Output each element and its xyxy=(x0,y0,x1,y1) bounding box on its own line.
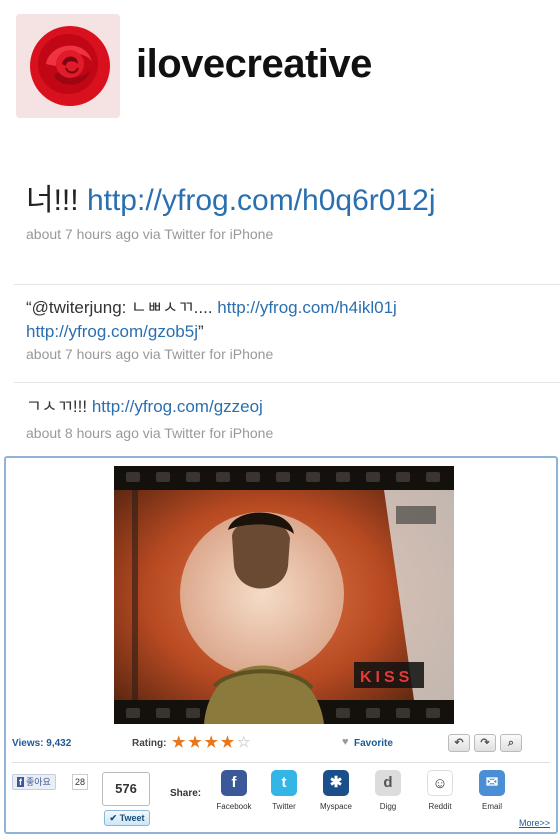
views-count: Views: 9,432 xyxy=(12,738,72,749)
share-facebook-label: Facebook xyxy=(216,802,252,811)
tweet-link[interactable]: http://yfrog.com/h0q6r012j xyxy=(87,184,436,217)
tweet-text: 너!!! http://yfrog.com/h0q6r012j xyxy=(26,182,542,220)
star-icon[interactable]: ★ xyxy=(172,734,185,751)
rating-label: Rating: xyxy=(132,738,167,749)
video-player[interactable]: KISS xyxy=(114,466,454,724)
star-icon[interactable]: ★ xyxy=(221,734,234,751)
rose-avatar-image xyxy=(16,14,120,118)
tweet-text-prefix: “@twiterjung: ㄴㅃㅅㄲ.... xyxy=(26,298,218,317)
facebook-icon: f xyxy=(221,770,247,796)
star-icon[interactable]: ★ xyxy=(188,734,201,751)
tweet-link-2[interactable]: http://yfrog.com/gzob5j xyxy=(26,322,198,341)
facebook-like-button[interactable]: f 좋아요 xyxy=(12,774,56,790)
rating-stars[interactable]: ★ ★ ★ ★ ☆ xyxy=(172,734,250,751)
share-email-label: Email xyxy=(481,802,502,811)
share-myspace[interactable]: ✱ Myspace xyxy=(310,770,362,811)
share-email[interactable]: ✉ Email xyxy=(466,770,518,811)
username[interactable]: ilovecreative xyxy=(136,42,372,87)
email-icon: ✉ xyxy=(479,770,505,796)
star-empty-icon[interactable]: ☆ xyxy=(237,734,250,751)
stats-row: Views: 9,432 Rating: ★ ★ ★ ★ ☆ ♥ Favorit… xyxy=(12,734,550,758)
tweet-item: “@twiterjung: ㄴㅃㅅㄲ.... http://yfrog.com/… xyxy=(26,296,542,362)
facebook-icon: f xyxy=(17,777,24,787)
tweet-text: ㄱㅅㄲ!!! http://yfrog.com/gzzeoj xyxy=(26,395,542,419)
share-reddit[interactable]: ☺ Reddit xyxy=(414,770,466,811)
video-still-image: KISS xyxy=(114,466,454,724)
share-digg-label: Digg xyxy=(379,802,397,811)
tweet-meta: about 8 hours ago via Twitter for iPhone xyxy=(26,425,274,441)
facebook-like-label: 좋아요 xyxy=(26,777,51,787)
tweet-link[interactable]: http://yfrog.com/gzzeoj xyxy=(92,397,263,416)
tweet-item: 너!!! http://yfrog.com/h0q6r012j about 7 … xyxy=(26,182,542,242)
twitter-bird-icon: ✔ xyxy=(109,813,118,823)
tweet-meta: about 7 hours ago via Twitter for iPhone xyxy=(26,346,274,362)
share-twitter-label: Twitter xyxy=(272,802,296,811)
tweet-item: ㄱㅅㄲ!!! http://yfrog.com/gzzeoj about 8 h… xyxy=(26,395,542,441)
star-icon[interactable]: ★ xyxy=(204,734,217,751)
divider xyxy=(12,762,550,763)
myspace-icon: ✱ xyxy=(323,770,349,796)
share-facebook[interactable]: f Facebook xyxy=(208,770,260,811)
tweet-link[interactable]: http://yfrog.com/h4ikl01j xyxy=(217,298,397,317)
reply-icon[interactable]: ↶ xyxy=(448,734,470,752)
tweet-text-prefix: 너!!! xyxy=(26,184,87,217)
share-reddit-label: Reddit xyxy=(428,802,452,811)
tweet-text-prefix: ㄱㅅㄲ!!! xyxy=(26,397,92,416)
share-digg[interactable]: d Digg xyxy=(362,770,414,811)
reddit-icon: ☺ xyxy=(427,770,453,796)
divider xyxy=(14,284,560,285)
divider xyxy=(14,382,560,383)
tweet-text-suffix: ” xyxy=(197,322,204,341)
twitter-icon: t xyxy=(271,770,297,796)
tweet-button-label: Tweet xyxy=(119,813,145,823)
tweet-count: 576 xyxy=(102,772,150,806)
share-arrow-icon[interactable]: ↷ xyxy=(474,734,496,752)
share-row: f 좋아요 28 576 ✔ Tweet Share: f Facebook t … xyxy=(12,770,550,830)
share-label: Share: xyxy=(170,788,202,799)
favorite-link[interactable]: Favorite xyxy=(354,738,393,749)
tweet-button[interactable]: ✔ Tweet xyxy=(104,810,150,826)
facebook-like-count: 28 xyxy=(72,774,88,790)
more-link[interactable]: More>> xyxy=(519,818,550,828)
video-badge: KISS xyxy=(360,669,413,686)
zoom-icon[interactable]: ⌕ xyxy=(500,734,522,752)
digg-icon: d xyxy=(375,770,401,796)
tweet-meta: about 7 hours ago via Twitter for iPhone xyxy=(26,226,274,242)
avatar[interactable] xyxy=(16,14,120,118)
media-widget: KISS Views: 9,432 Rating: ★ ★ ★ ★ ☆ ♥ Fa… xyxy=(4,456,558,834)
profile-header: ilovecreative xyxy=(16,14,372,118)
heart-icon[interactable]: ♥ xyxy=(342,736,349,748)
tweet-text: “@twiterjung: ㄴㅃㅅㄲ.... http://yfrog.com/… xyxy=(26,296,542,344)
share-myspace-label: Myspace xyxy=(319,802,352,811)
share-twitter[interactable]: t Twitter xyxy=(258,770,310,811)
